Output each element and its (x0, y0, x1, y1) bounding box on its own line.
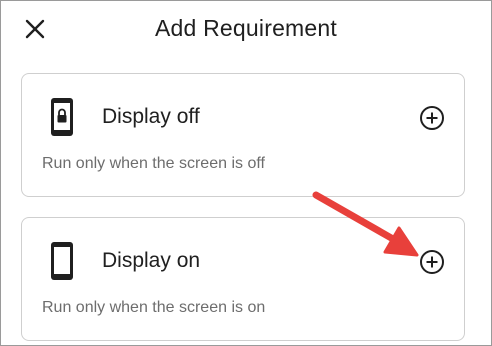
add-display-off-button[interactable] (418, 104, 446, 132)
dialog-header: Add Requirement (1, 1, 491, 59)
requirement-card-display-on[interactable]: Display on Run only when the screen is o… (21, 217, 465, 341)
requirement-card-display-off[interactable]: Display off Run only when the screen is … (21, 73, 465, 197)
page-title: Add Requirement (155, 15, 337, 41)
requirement-description: Run only when the screen is on (42, 299, 266, 316)
add-circle-icon (420, 106, 444, 130)
requirement-title: Display off (102, 105, 200, 128)
add-display-on-button[interactable] (418, 248, 446, 276)
phone-lock-icon (51, 98, 73, 136)
requirement-title: Display on (102, 249, 201, 272)
requirement-description: Run only when the screen is off (42, 155, 265, 172)
phone-icon (51, 242, 73, 280)
dialog-frame: Add Requirement Display off Run only whe… (0, 0, 492, 346)
add-circle-icon (420, 250, 444, 274)
